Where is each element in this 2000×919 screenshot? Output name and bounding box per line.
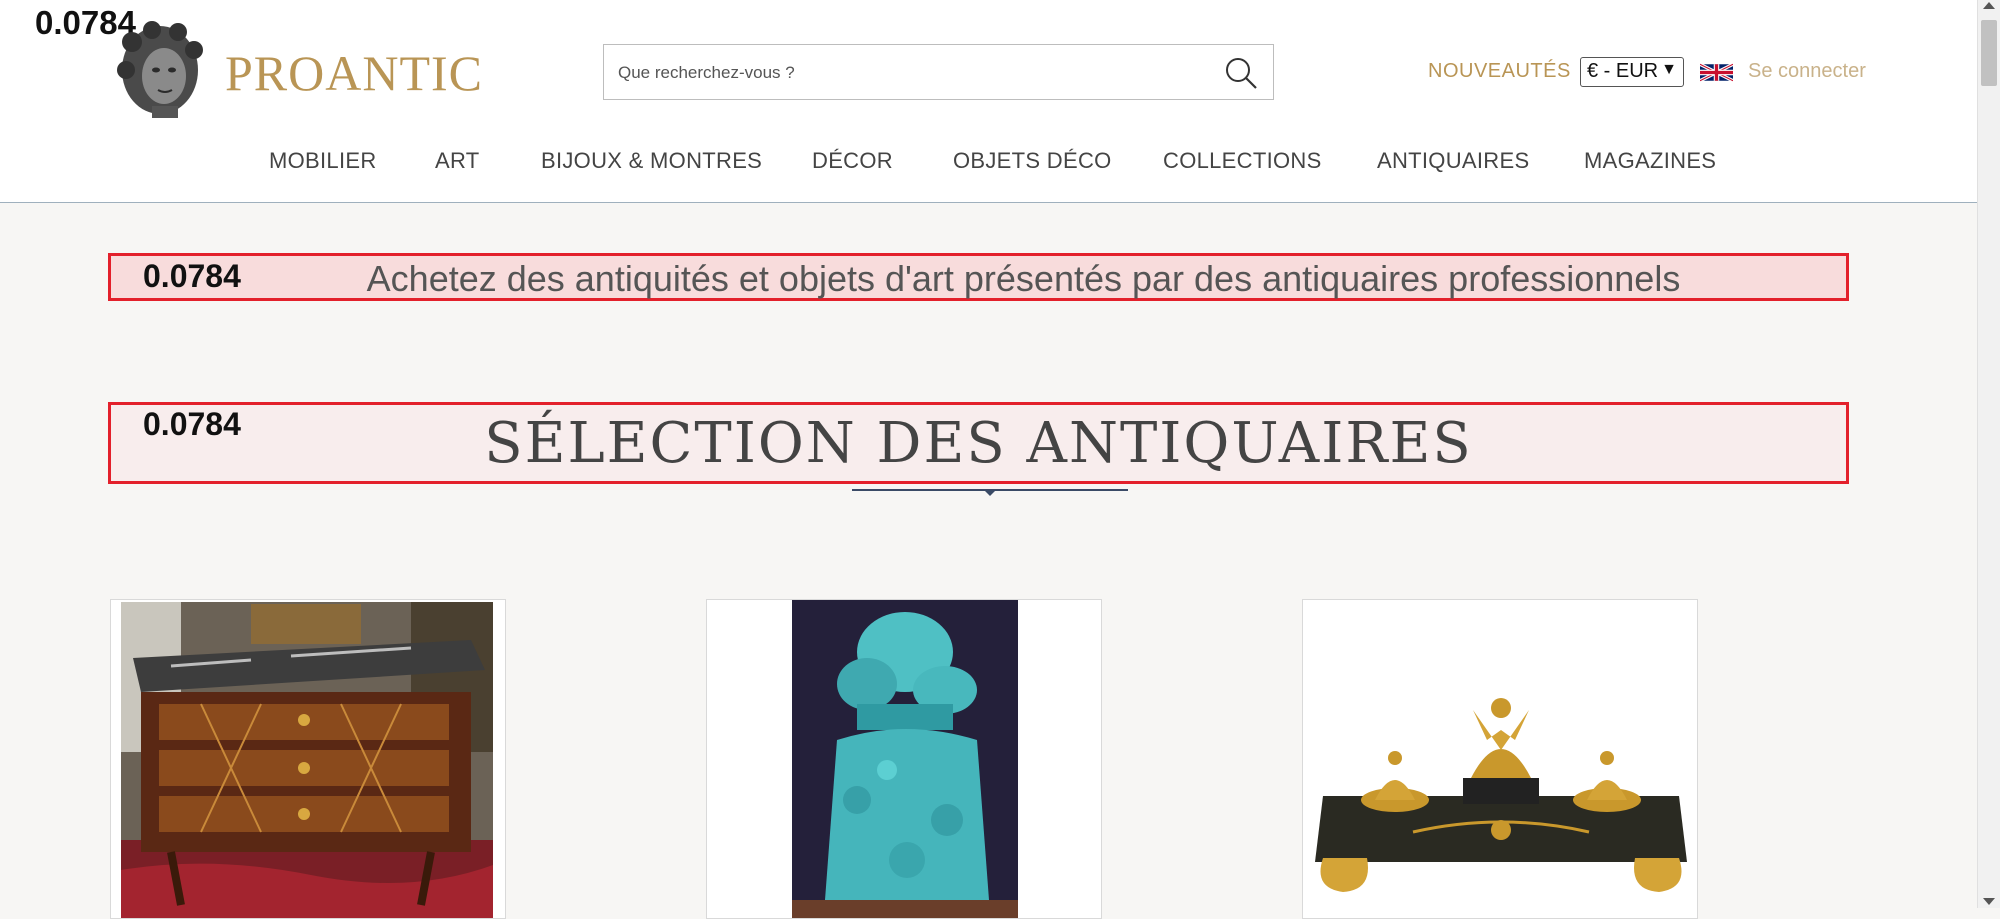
nav-item-bijoux-montres[interactable]: BIJOUX & MONTRES <box>541 148 762 174</box>
section-title-banner: 0.0784 SÉLECTION DES ANTIQUAIRES <box>108 402 1849 484</box>
nav-item-antiquaires[interactable]: ANTIQUAIRES <box>1377 148 1529 174</box>
nav-item-objets-deco[interactable]: OBJETS DÉCO <box>953 148 1112 174</box>
search-input[interactable] <box>616 53 1200 93</box>
product-image-vase[interactable] <box>707 600 1102 919</box>
product-card[interactable] <box>1302 599 1698 919</box>
nav-item-magazines[interactable]: MAGAZINES <box>1584 148 1716 174</box>
new-arrivals-link[interactable]: NOUVEAUTÉS <box>1428 60 1571 83</box>
login-link[interactable]: Se connecter <box>1748 60 1866 83</box>
nav-item-mobilier[interactable]: MOBILIER <box>269 148 377 174</box>
scroll-up-icon[interactable] <box>1983 2 1995 9</box>
divider-arrow <box>983 489 997 496</box>
nav-item-decor[interactable]: DÉCOR <box>812 148 893 174</box>
chevron-down-icon: ▼ <box>1661 61 1677 78</box>
search-box <box>603 44 1274 100</box>
brand-logo-text[interactable]: PROANTIC <box>225 44 483 102</box>
currency-value: € - EUR <box>1587 60 1659 82</box>
search-icon[interactable] <box>1223 55 1259 91</box>
product-card[interactable] <box>110 599 506 919</box>
page-scrollbar[interactable] <box>1977 0 2000 908</box>
product-image-inkwell[interactable] <box>1303 600 1698 919</box>
tagline-banner: 0.0784 Achetez des antiquités et objets … <box>108 253 1849 301</box>
uk-flag-icon[interactable] <box>1700 60 1733 85</box>
site-header: 0.0784 PROANTIC NOUVEAUTÉS € - EUR ▼ Se … <box>0 0 1978 203</box>
section-title: SÉLECTION DES ANTIQUAIRES <box>484 411 1473 476</box>
currency-select[interactable]: € - EUR ▼ <box>1580 57 1684 87</box>
product-card[interactable] <box>706 599 1102 919</box>
logo-bust-icon[interactable] <box>112 20 208 120</box>
main-nav: MOBILIER ART BIJOUX & MONTRES DÉCOR OBJE… <box>0 148 1978 178</box>
product-image-commode[interactable] <box>111 600 506 919</box>
scrollbar-thumb[interactable] <box>1981 20 1997 86</box>
nav-item-art[interactable]: ART <box>435 148 480 174</box>
scroll-down-icon[interactable] <box>1983 898 1995 905</box>
tagline-text: Achetez des antiquités et objets d'art p… <box>366 258 1681 299</box>
nav-item-collections[interactable]: COLLECTIONS <box>1163 148 1322 174</box>
